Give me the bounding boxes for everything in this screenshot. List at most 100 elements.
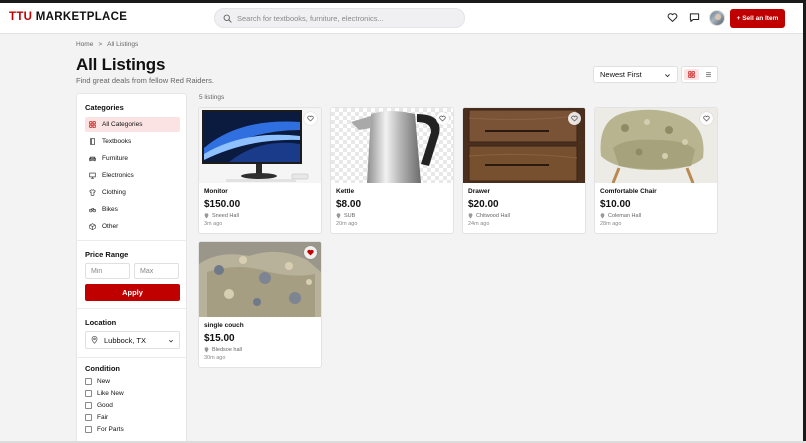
sofa-icon (89, 156, 96, 162)
box-icon (89, 223, 96, 230)
sell-item-button[interactable]: + Sell an Item (730, 9, 785, 28)
listing-card[interactable]: Comfortable Chair $10.00 Coleman Hall 28… (594, 107, 718, 234)
listing-location: SUB (336, 213, 355, 219)
category-furniture[interactable]: Furniture (85, 151, 180, 166)
listing-card[interactable]: Kettle $8.00 SUB 20m ago (330, 107, 454, 234)
condition-checkbox[interactable] (85, 378, 92, 385)
condition-option[interactable]: Like New (85, 390, 124, 397)
condition-checkbox[interactable] (85, 402, 92, 409)
listing-card[interactable]: Drawer $20.00 Chitwood Hall 24m ago (462, 107, 586, 234)
chevron-down-icon (168, 339, 174, 343)
breadcrumb-home[interactable]: Home (76, 41, 93, 48)
listing-price: $8.00 (336, 199, 362, 210)
category-clothing[interactable]: Clothing (85, 185, 180, 200)
category-electronics[interactable]: Electronics (85, 168, 180, 183)
listing-location: Chitwood Hall (468, 213, 510, 219)
section-divider (77, 308, 186, 309)
listing-location-text: Chitwood Hall (476, 213, 510, 219)
breadcrumb-separator: > (98, 41, 103, 48)
map-pin-icon (336, 213, 341, 219)
monitor-icon (89, 172, 96, 179)
category-label: Clothing (102, 189, 126, 196)
logo-marketplace-text: MARKETPLACE (32, 11, 128, 23)
condition-label: For Parts (97, 426, 124, 433)
listing-title: Monitor (204, 188, 228, 195)
section-divider (77, 240, 186, 241)
listing-image (463, 108, 585, 183)
map-pin-icon (600, 213, 605, 219)
listing-title: Drawer (468, 188, 491, 195)
heart-icon[interactable] (667, 12, 678, 23)
listing-title: Kettle (336, 188, 355, 195)
max-price-input[interactable] (134, 263, 179, 279)
listing-image (199, 108, 321, 183)
map-pin-icon (468, 213, 473, 219)
condition-label: Fair (97, 414, 109, 421)
category-textbooks[interactable]: Textbooks (85, 134, 180, 149)
listing-image (595, 108, 717, 183)
condition-option[interactable]: Fair (85, 414, 108, 421)
favorite-button[interactable] (304, 246, 317, 259)
user-avatar[interactable] (709, 10, 725, 26)
search-bar[interactable] (214, 8, 465, 28)
grid-icon (89, 121, 96, 128)
categories-title: Categories (85, 103, 124, 112)
list-view-button[interactable] (701, 69, 716, 80)
condition-checkbox[interactable] (85, 414, 92, 421)
listing-price: $20.00 (468, 199, 499, 210)
listing-location-text: Coleman Hall (608, 213, 642, 219)
monitor-photo (199, 108, 321, 183)
location-value: Lubbock, TX (104, 335, 146, 345)
book-icon (90, 138, 95, 145)
listing-image (331, 108, 453, 183)
heart-icon (439, 115, 446, 122)
listing-time: 28m ago (600, 221, 622, 227)
page-subtitle: Find great deals from fellow Red Raiders… (76, 76, 214, 85)
listing-card[interactable]: single couch $15.00 Bledsoe hall 30m ago (198, 241, 322, 368)
section-divider (77, 357, 186, 358)
drawer-photo (463, 108, 585, 183)
bike-icon (89, 208, 96, 213)
shirt-icon (89, 189, 96, 196)
listing-title: single couch (204, 322, 244, 329)
location-select[interactable]: Lubbock, TX (85, 331, 180, 349)
listing-location: Coleman Hall (600, 213, 641, 219)
kettle-photo (351, 111, 440, 183)
category-label: All Categories (102, 121, 143, 128)
favorite-button[interactable] (436, 112, 449, 125)
category-all[interactable]: All Categories (85, 117, 180, 132)
condition-title: Condition (85, 364, 120, 373)
favorite-button[interactable] (568, 112, 581, 125)
condition-option[interactable]: Good (85, 402, 113, 409)
site-logo[interactable]: TTU MARKETPLACE (9, 11, 127, 23)
condition-checkbox[interactable] (85, 390, 92, 397)
category-bikes[interactable]: Bikes (85, 202, 180, 217)
breadcrumb-current: All Listings (107, 41, 139, 48)
map-pin-icon (204, 347, 209, 353)
heart-filled-icon (307, 249, 314, 256)
category-label: Bikes (102, 206, 118, 213)
heart-icon (571, 115, 578, 122)
message-icon[interactable] (689, 12, 700, 23)
apply-price-button[interactable]: Apply (85, 284, 180, 301)
listing-count: 5 listings (199, 94, 225, 101)
listing-time: 20m ago (336, 221, 358, 227)
sort-select[interactable]: Newest First (593, 66, 678, 83)
listing-card[interactable]: Monitor $150.00 Sneed Hall 3m ago (198, 107, 322, 234)
min-price-input[interactable] (85, 263, 130, 279)
condition-option[interactable]: For Parts (85, 426, 124, 433)
favorite-button[interactable] (304, 112, 317, 125)
location-title: Location (85, 318, 117, 327)
condition-label: Good (97, 402, 113, 409)
favorite-button[interactable] (700, 112, 713, 125)
condition-option[interactable]: New (85, 378, 110, 385)
logo-ttu-text: TTU (9, 11, 33, 23)
chevron-down-icon (665, 74, 670, 78)
condition-checkbox[interactable] (85, 426, 92, 433)
chair-photo (595, 108, 717, 183)
category-other[interactable]: Other (85, 219, 180, 234)
search-input[interactable] (237, 13, 457, 23)
listing-time: 30m ago (204, 355, 226, 361)
grid-view-button[interactable] (684, 69, 699, 80)
category-label: Furniture (102, 155, 129, 162)
